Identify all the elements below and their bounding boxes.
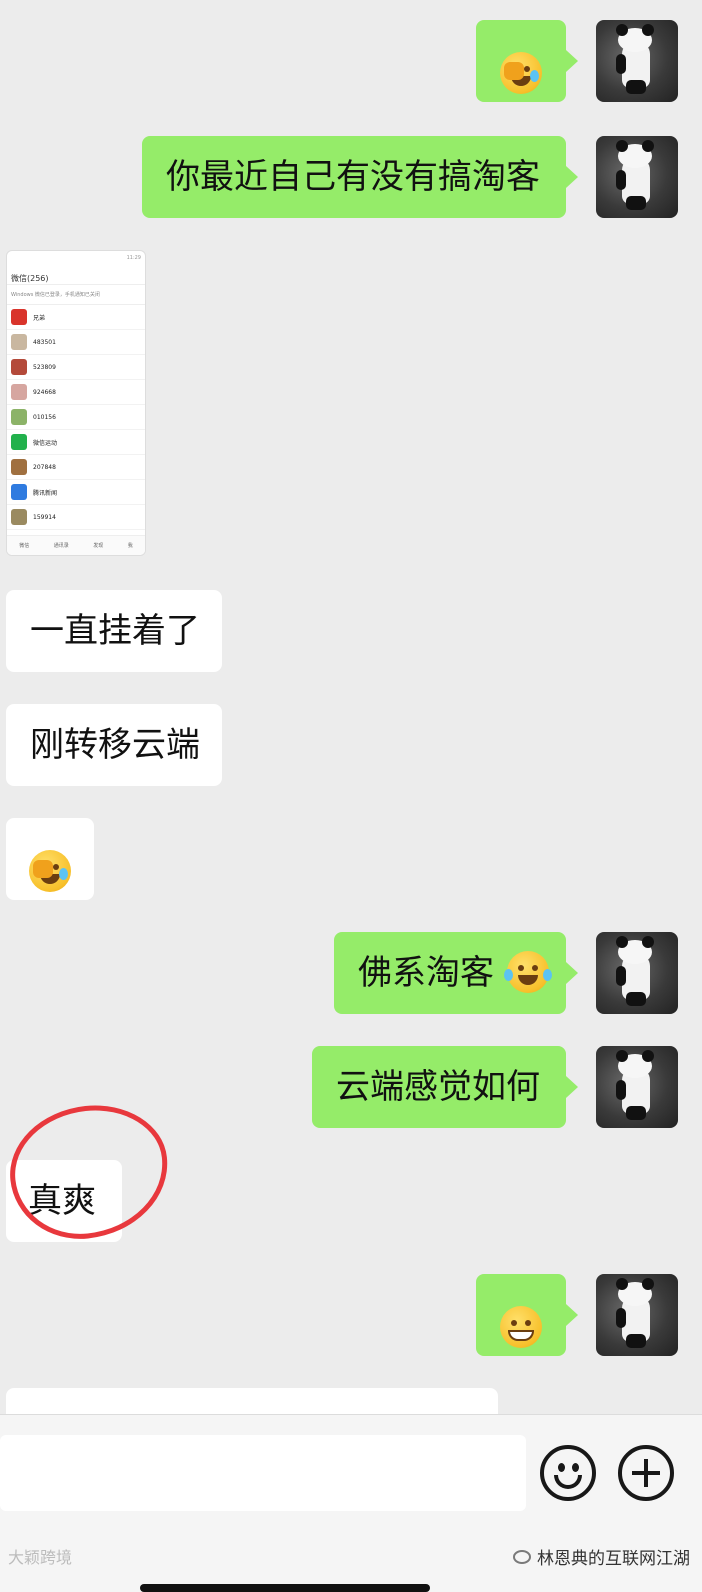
home-indicator[interactable] bbox=[140, 1584, 430, 1592]
thumbnail-chat-name: 924668 bbox=[33, 388, 56, 396]
tears-of-joy-emoji bbox=[503, 950, 552, 993]
thumbnail-avatar bbox=[11, 384, 27, 400]
thumbnail-chat-row: 010156 bbox=[7, 405, 145, 430]
thumbnail-chat-row: 924668 bbox=[7, 380, 145, 405]
thumbnail-chat-name: 微信运动 bbox=[33, 439, 58, 447]
thumbnail-avatar bbox=[11, 309, 27, 325]
thumbnail-chat-name: 腾讯新闻 bbox=[33, 489, 58, 497]
thumbnail-tabbar: 微信 通讯录 发现 我 bbox=[7, 535, 145, 555]
facepalm-emoji bbox=[29, 849, 71, 892]
thumbnail-avatar bbox=[11, 459, 27, 475]
thumbnail-chat-row: 兄弟 bbox=[7, 305, 145, 330]
sent-bubble-text[interactable]: 你最近自己有没有搞淘客 bbox=[142, 136, 578, 218]
thumbnail-header: 微信(256) 11:29 bbox=[7, 251, 145, 285]
image-message-thumbnail[interactable]: 微信(256) 11:29 Windows 微信已登录，手机通知已关闭 兄弟 4… bbox=[6, 250, 146, 556]
thumbnail-status: 11:29 bbox=[126, 255, 141, 261]
thumbnail-avatar bbox=[11, 359, 27, 375]
thumbnail-tab: 微信 bbox=[19, 543, 30, 549]
footer: 大颖跨境 林恩典的互联网江湖 bbox=[0, 1532, 702, 1592]
thumbnail-notice: Windows 微信已登录，手机通知已关闭 bbox=[7, 285, 145, 305]
watermark-right: 林恩典的互联网江湖 bbox=[513, 1544, 690, 1569]
thumbnail-avatar bbox=[11, 509, 27, 525]
thumbnail-chat-name: 兄弟 bbox=[33, 314, 46, 322]
input-bar bbox=[0, 1414, 702, 1532]
message-text: 佛系淘客 bbox=[358, 953, 494, 993]
thumbnail-chat-row: 腾讯新闻 bbox=[7, 480, 145, 505]
thumbnail-chat-name: 483501 bbox=[33, 338, 56, 346]
received-bubble-text[interactable]: 一直挂着了 bbox=[6, 590, 222, 672]
thumbnail-avatar bbox=[11, 409, 27, 425]
thumbnail-tab: 发现 bbox=[93, 543, 104, 549]
received-bubble-emoji[interactable] bbox=[6, 818, 94, 900]
thumbnail-avatar bbox=[11, 434, 27, 450]
more-button[interactable] bbox=[618, 1445, 674, 1501]
thumbnail-tab: 通讯录 bbox=[53, 543, 69, 549]
thumbnail-chat-row: 159914 bbox=[7, 505, 145, 530]
emoji-button[interactable] bbox=[540, 1445, 596, 1501]
wechat-icon bbox=[513, 1549, 531, 1564]
grin-emoji bbox=[500, 1305, 542, 1348]
message-text: 云端感觉如何 bbox=[336, 1067, 540, 1107]
thumbnail-chat-row: 523809 bbox=[7, 355, 145, 380]
thumbnail-chat-name: 159914 bbox=[33, 513, 56, 521]
sent-bubble-emoji[interactable] bbox=[476, 20, 578, 102]
avatar[interactable] bbox=[596, 1274, 678, 1356]
thumbnail-chat-row: 微信运动 bbox=[7, 430, 145, 455]
thumbnail-chat-row: 483501 bbox=[7, 330, 145, 355]
watermark-right-text: 林恩典的互联网江湖 bbox=[537, 1549, 690, 1569]
facepalm-emoji bbox=[500, 51, 542, 94]
sent-bubble-text[interactable]: 佛系淘客 bbox=[334, 932, 578, 1014]
avatar[interactable] bbox=[596, 20, 678, 102]
thumbnail-chat-name: 010156 bbox=[33, 413, 56, 421]
thumbnail-tab: 我 bbox=[127, 543, 133, 549]
thumbnail-chat-name: 207848 bbox=[33, 463, 56, 471]
message-text: 刚转移云端 bbox=[30, 725, 200, 765]
thumbnail-chat-name: 523809 bbox=[33, 363, 56, 371]
avatar[interactable] bbox=[596, 1046, 678, 1128]
watermark-left: 大颖跨境 bbox=[8, 1548, 73, 1567]
message-text: 一直挂着了 bbox=[30, 611, 200, 651]
message-text: 你最近自己有没有搞淘客 bbox=[166, 157, 540, 197]
message-input[interactable] bbox=[0, 1435, 526, 1511]
thumbnail-avatar bbox=[11, 484, 27, 500]
avatar[interactable] bbox=[596, 932, 678, 1014]
sent-bubble-emoji[interactable] bbox=[476, 1274, 578, 1356]
thumbnail-chat-row: 207848 bbox=[7, 455, 145, 480]
thumbnail-avatar bbox=[11, 334, 27, 350]
thumbnail-title: 微信(256) bbox=[11, 274, 49, 283]
sent-bubble-text[interactable]: 云端感觉如何 bbox=[312, 1046, 578, 1128]
received-bubble-text[interactable]: 刚转移云端 bbox=[6, 704, 222, 786]
avatar[interactable] bbox=[596, 136, 678, 218]
